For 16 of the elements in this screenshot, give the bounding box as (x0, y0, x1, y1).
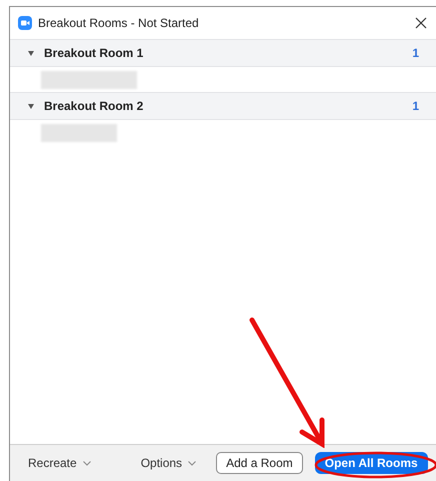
caret-icon (28, 104, 34, 108)
dropdown-button[interactable]: Recreate (28, 454, 91, 472)
add-room-button[interactable]: Add a Room (216, 452, 303, 474)
room-name: Breakout Room 1 (44, 45, 144, 62)
close-icon[interactable] (415, 17, 427, 29)
participant-count: 1 (412, 45, 419, 62)
room-header[interactable]: Breakout Room 2 1 (10, 92, 436, 120)
caret-icon (28, 50, 34, 56)
room-name: Breakout Room 2 (44, 98, 144, 115)
dropdown-button[interactable]: Options (140, 454, 196, 472)
video-camera-icon (18, 16, 32, 30)
chevron-down-icon (82, 460, 91, 466)
participant-count: 1 (412, 98, 419, 115)
chevron-down-icon (188, 460, 196, 466)
room-header[interactable]: Breakout Room 1 1 (10, 39, 436, 67)
window-title: Breakout Rooms - Not Started (38, 15, 199, 32)
